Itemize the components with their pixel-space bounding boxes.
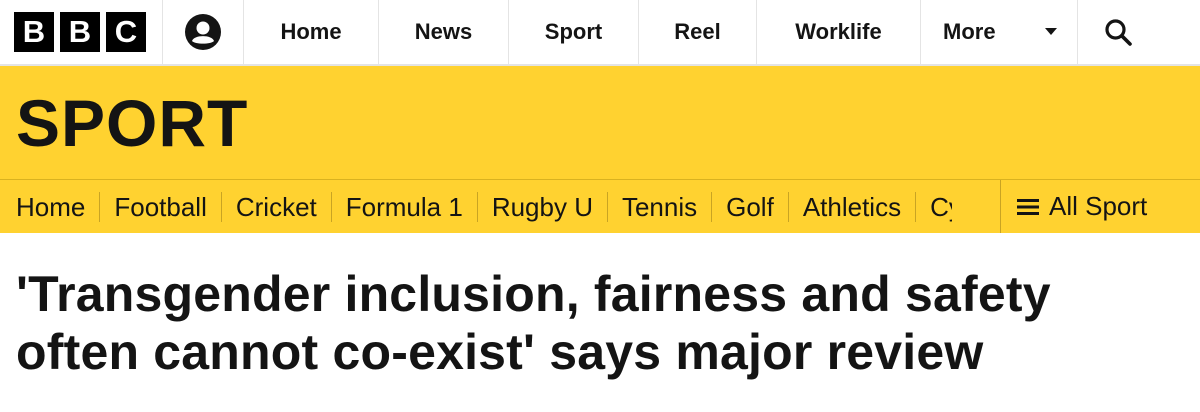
- sport-nav-home[interactable]: Home: [16, 192, 99, 222]
- nav-worklife[interactable]: Worklife: [757, 0, 921, 64]
- all-sport-button[interactable]: All Sport: [1000, 180, 1200, 233]
- user-icon: [185, 14, 221, 50]
- search-button[interactable]: [1078, 0, 1158, 64]
- sport-title-link[interactable]: SPORT: [16, 90, 248, 156]
- sport-nav-list: Home Football Cricket Formula 1 Rugby U …: [0, 180, 952, 233]
- account-button[interactable]: [163, 0, 244, 64]
- sport-sub-navigation: Home Football Cricket Formula 1 Rugby U …: [0, 179, 1200, 233]
- nav-reel[interactable]: Reel: [639, 0, 757, 64]
- nav-news[interactable]: News: [379, 0, 509, 64]
- sport-nav-cricket[interactable]: Cricket: [220, 191, 331, 222]
- sport-nav-tennis[interactable]: Tennis: [606, 191, 711, 222]
- more-label: More: [943, 19, 996, 44]
- menu-icon: [1017, 198, 1049, 216]
- sport-nav-athletics[interactable]: Athletics: [787, 191, 915, 222]
- bbc-logo[interactable]: B B C: [0, 0, 163, 64]
- sport-masthead: SPORT: [0, 66, 1200, 179]
- nav-home[interactable]: Home: [244, 0, 379, 64]
- bbc-logo-letter: B: [60, 12, 100, 52]
- sport-nav-football[interactable]: Football: [99, 191, 221, 222]
- more-menu-button[interactable]: More: [921, 0, 1078, 64]
- sport-nav-formula-1[interactable]: Formula 1: [330, 191, 477, 222]
- bbc-logo-letter: C: [106, 12, 146, 52]
- global-navigation-bar: B B C Home News Sport Reel Worklife More: [0, 0, 1200, 66]
- all-sport-label: All Sport: [1049, 191, 1148, 221]
- sport-nav-golf[interactable]: Golf: [711, 191, 788, 222]
- chevron-down-icon: [1045, 28, 1057, 36]
- search-icon: [1105, 19, 1132, 46]
- sport-nav-cycling[interactable]: Cy: [915, 191, 952, 222]
- nav-sport[interactable]: Sport: [509, 0, 639, 64]
- sport-nav-rugby-union[interactable]: Rugby U: [476, 191, 607, 222]
- article-headline: 'Transgender inclusion, fairness and saf…: [16, 266, 1051, 380]
- bbc-logo-letter: B: [14, 12, 54, 52]
